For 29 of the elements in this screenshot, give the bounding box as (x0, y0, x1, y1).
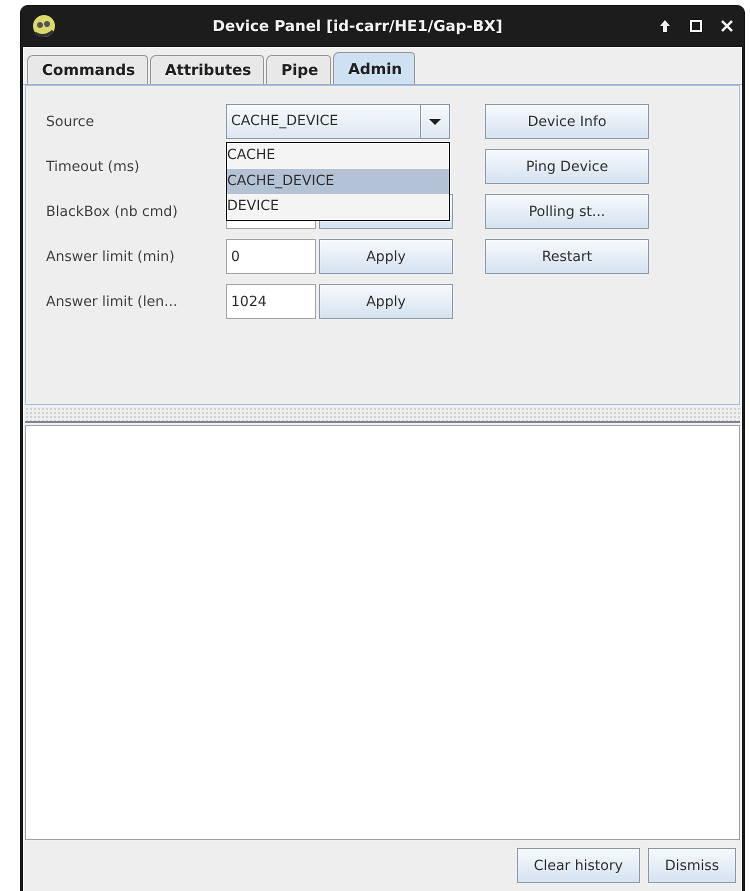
tab[interactable]: Commands (27, 55, 148, 84)
up-arrow-icon[interactable] (658, 19, 672, 33)
input-field[interactable]: 0 (226, 239, 316, 274)
tab[interactable]: Admin (333, 52, 416, 84)
field-label: Timeout (ms) (46, 158, 140, 174)
apply-button[interactable]: Apply (319, 284, 453, 319)
close-icon[interactable] (720, 19, 734, 33)
tab[interactable]: Pipe (266, 55, 332, 84)
app-logo-icon (31, 13, 57, 39)
action-button[interactable]: Device Info (485, 104, 649, 139)
field-label: BlackBox (nb cmd) (46, 204, 179, 220)
input-field[interactable]: 1024 (226, 284, 316, 319)
footer-button[interactable]: Dismiss (648, 848, 736, 883)
window-title: Device Panel [id-carr/HE1/Gap-BX] (212, 17, 504, 35)
dropdown-option[interactable]: CACHE_DEVICE (227, 168, 449, 194)
action-button[interactable]: Polling st... (485, 194, 649, 229)
dropdown-option[interactable]: CACHE (227, 143, 449, 168)
maximize-icon[interactable] (688, 19, 704, 33)
field-label: Source (46, 114, 96, 130)
field-label: Answer limit (min) (46, 248, 176, 264)
action-button[interactable]: Ping Device (485, 149, 649, 184)
tab[interactable]: Attributes (150, 55, 264, 84)
footer-button[interactable]: Clear history (516, 848, 640, 883)
field-label: Answer limit (len... (46, 294, 178, 310)
source-dropdown[interactable]: CACHE_DEVICE (226, 104, 450, 139)
apply-button[interactable]: Apply (319, 239, 453, 274)
action-button[interactable]: Restart (485, 239, 649, 274)
splitter-handle[interactable] (25, 407, 740, 423)
dropdown-option[interactable]: DEVICE (227, 194, 449, 220)
